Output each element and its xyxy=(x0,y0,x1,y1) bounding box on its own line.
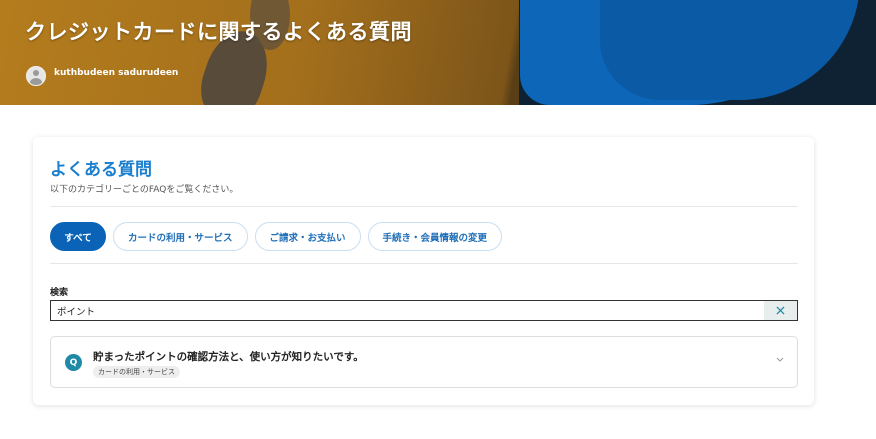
question-text: 貯まったポイントの確認方法と、使い方が知りたいです。 xyxy=(93,351,364,363)
tab-billing[interactable]: ご請求・お支払い xyxy=(254,222,361,251)
tab-procedures[interactable]: 手続き・会員情報の変更 xyxy=(367,222,503,251)
tab-all[interactable]: すべて xyxy=(50,222,106,251)
author-name: kuthbudeen sadurudeen xyxy=(54,68,179,78)
page-title: クレジットカードに関するよくある質問 xyxy=(25,20,412,44)
hero-banner: クレジットカードに関するよくある質問 kuthbudeen sadurudeen xyxy=(0,0,876,105)
divider xyxy=(50,206,798,207)
category-tabs: すべて カードの利用・サービス ご請求・お支払い 手続き・会員情報の変更 xyxy=(50,222,509,251)
author-info: kuthbudeen sadurudeen xyxy=(26,66,178,86)
faq-subtitle: 以下のカテゴリーごとのFAQをご覧ください。 xyxy=(50,185,239,195)
chevron-down-icon xyxy=(776,357,784,362)
question-badge: Q xyxy=(65,354,82,371)
divider xyxy=(50,263,798,264)
faq-heading: よくある質問 xyxy=(50,160,152,180)
faq-card: よくある質問 以下のカテゴリーごとのFAQをご覧ください。 すべて カードの利用… xyxy=(33,137,814,405)
search-box xyxy=(50,300,798,321)
avatar xyxy=(26,66,46,86)
faq-result-item[interactable]: Q 貯まったポイントの確認方法と、使い方が知りたいです。 カードの利用・サービス xyxy=(50,336,798,388)
clear-search-button[interactable] xyxy=(764,301,797,320)
search-input[interactable] xyxy=(51,301,764,320)
tab-card-usage[interactable]: カードの利用・サービス xyxy=(113,222,248,251)
close-icon xyxy=(776,306,785,315)
category-tag: カードの利用・サービス xyxy=(93,366,180,378)
search-label: 検索 xyxy=(50,288,69,298)
